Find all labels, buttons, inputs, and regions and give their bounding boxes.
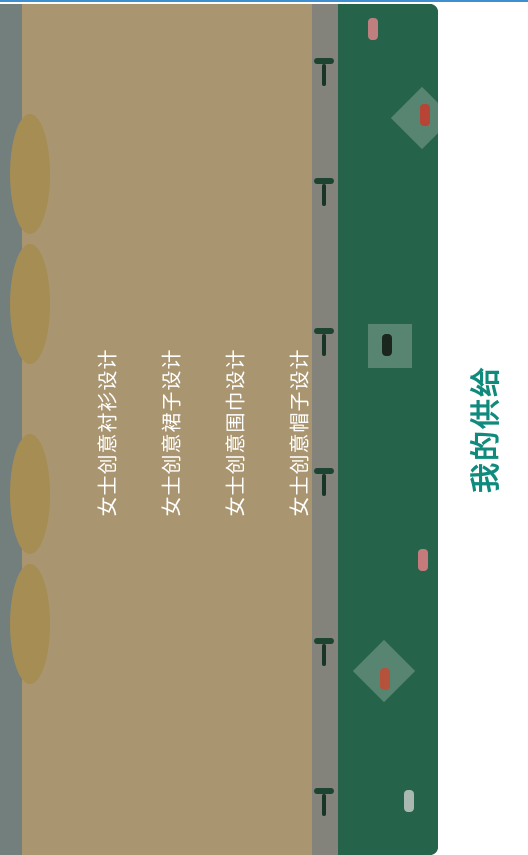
list-item-label: 女士创意围巾设计 [223,348,248,516]
list-item-label: 女士创意裙子设计 [159,348,184,516]
list-item-skirt-design[interactable]: 女士创意裙子设计 [150,327,190,537]
list-item-label: 女士创意帽子设计 [287,348,312,516]
list-item-label: 女士创意衬衫设计 [95,348,120,516]
list-item-scarf-design[interactable]: 女士创意围巾设计 [214,327,254,537]
list-item-shirt-design[interactable]: 女士创意衬衫设计 [86,327,126,537]
app-screen: 女士创意衬衫设计 女士创意裙子设计 女士创意围巾设计 女士创意帽子设计 我的供给 [0,0,528,855]
supply-list: 女士创意衬衫设计 女士创意裙子设计 女士创意围巾设计 女士创意帽子设计 [0,2,438,855]
page-title-bar: 我的供给 [438,2,528,855]
list-item-hat-design[interactable]: 女士创意帽子设计 [278,327,318,537]
page-title: 我的供给 [469,364,504,493]
